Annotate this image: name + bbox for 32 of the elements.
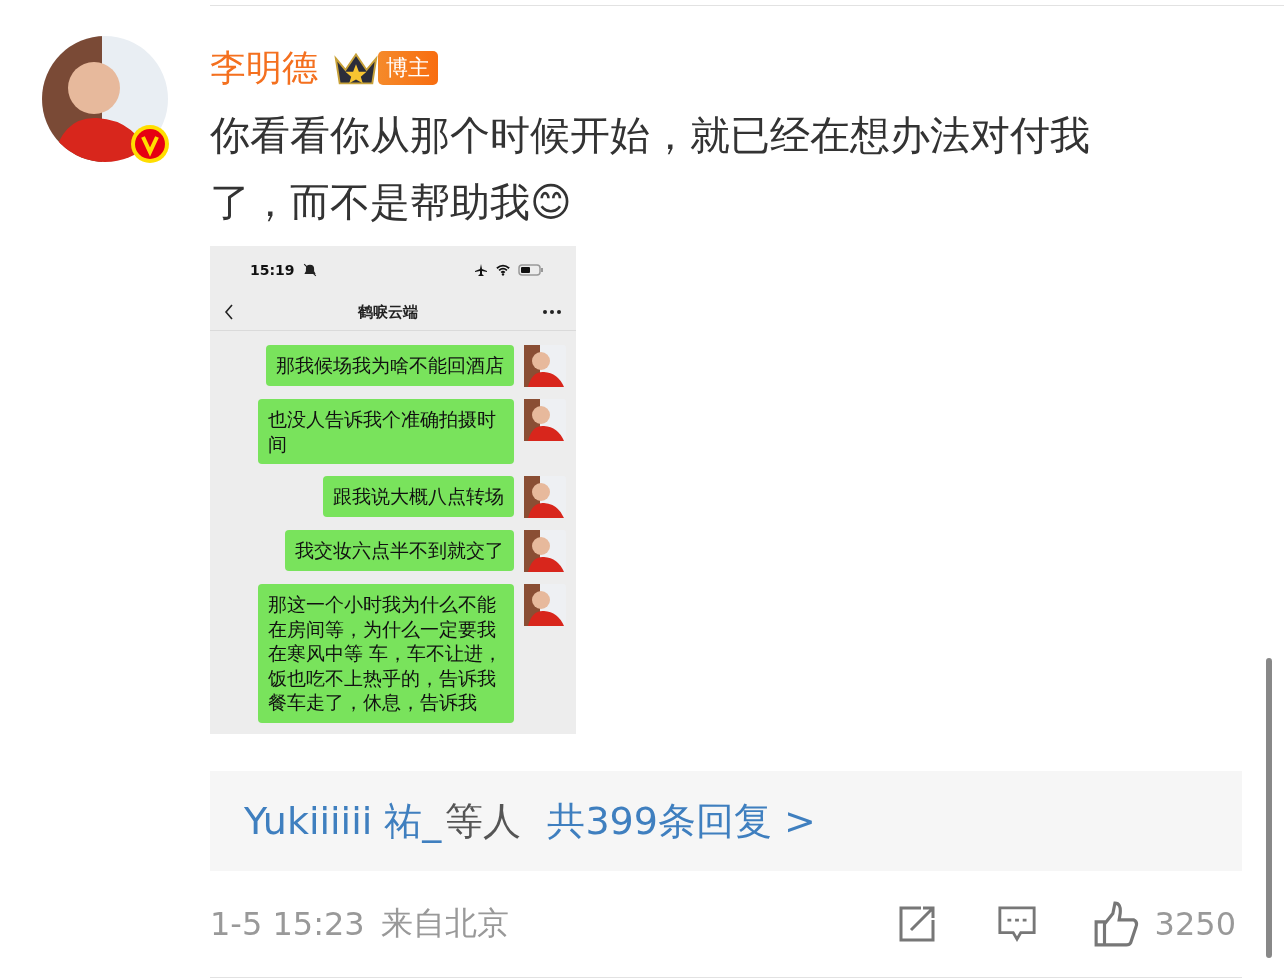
wifi-icon — [496, 263, 510, 277]
replies-panel[interactable]: Yukiiiiii 祐_等人 共399条回复 > — [210, 771, 1242, 871]
reply-user-link[interactable]: Yukiiiiii 祐_ — [244, 795, 442, 847]
bell-muted-icon — [302, 263, 317, 277]
chat-title: 鹤唳云端 — [356, 302, 419, 322]
thumbs-up-icon[interactable] — [1092, 901, 1139, 947]
like-count: 3250 — [1154, 905, 1236, 943]
status-time: 15:19 — [250, 262, 295, 278]
avatar — [524, 476, 566, 518]
battery-icon — [518, 263, 544, 277]
avatar — [524, 345, 566, 387]
message-bubble: 也没人告诉我个准确拍摄时间 — [258, 399, 514, 464]
avatar — [524, 584, 566, 626]
author-name[interactable]: 李明德 — [210, 43, 318, 93]
replies-link[interactable]: 共399条回复 > — [547, 795, 816, 847]
message-bubble: 我交妆六点半不到就交了 — [285, 530, 514, 571]
chat-screenshot[interactable]: 15:19 鹤唳云端 那我候场我为啥不能回酒店 也没人告诉我个准确拍摄时间 跟我说大概八点转场 我交妆六点半不到就交了 那这一个小时我为什么不能在房间等，为什么一定要我在寒风中等 车，车不让进，饭也吃不上热乎的，告诉我餐车走了，休息，告诉我 — [210, 246, 576, 734]
comment-text: 你看看你从那个时候开始，就已经在想办法对付我了，而不是帮助我😊 — [210, 112, 1090, 225]
avatar — [524, 399, 566, 441]
post-source: 来自北京 — [380, 903, 509, 944]
more-icon[interactable] — [542, 309, 562, 315]
scrollbar[interactable] — [1266, 658, 1272, 958]
message-bubble: 那我候场我为啥不能回酒店 — [266, 345, 514, 386]
airplane-icon — [474, 263, 488, 277]
blogger-badge: 博主 — [378, 51, 438, 85]
back-icon[interactable] — [224, 303, 234, 321]
avatar — [524, 530, 566, 572]
replies-others: 等人 — [445, 797, 522, 845]
message-bubble: 那这一个小时我为什么不能在房间等，为什么一定要我在寒风中等 车，车不让进，饭也吃不上热乎的，告诉我餐车走了，休息，告诉我 — [258, 584, 514, 723]
message-bubble: 跟我说大概八点转场 — [323, 476, 514, 517]
post-time: 1-5 15:23 — [210, 905, 365, 943]
comment-icon[interactable] — [996, 904, 1037, 944]
